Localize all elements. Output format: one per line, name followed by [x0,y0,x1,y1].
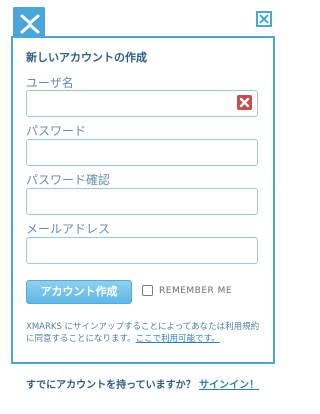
xmarks-signup-dialog: 新しいアカウントの作成 ユーザ名 パスワード パスワード確認 メールアドレス ア… [0,0,286,414]
password-confirm-label: パスワード確認 [26,173,111,187]
remember-me-checkbox[interactable] [142,285,153,296]
create-account-button[interactable]: アカウント作成 [26,280,132,304]
xmarks-logo-icon [13,7,45,37]
signup-panel: 新しいアカウントの作成 ユーザ名 パスワード パスワード確認 メールアドレス ア… [11,36,275,364]
signin-prompt-text: すでにアカウントを持っていますか？ [26,380,200,391]
terms-notice: XMARKS にサインアップすることによってあなたは利用規約に同意することになり… [26,321,262,345]
email-field[interactable] [26,237,258,264]
username-label: ユーザ名 [26,76,74,90]
email-label: メールアドレス [26,222,111,236]
password-field[interactable] [26,139,258,166]
password-confirm-field[interactable] [26,188,258,215]
password-label: パスワード [26,124,87,138]
panel-title: 新しいアカウントの作成 [26,51,147,64]
close-icon [259,14,269,24]
username-field[interactable] [26,90,258,117]
terms-link[interactable]: ここで利用可能です。 [136,334,220,344]
signin-link[interactable]: サインイン！ [199,380,259,391]
close-button[interactable] [256,11,272,27]
signin-prompt: すでにアカウントを持っていますか？ サインイン！ [26,378,276,394]
error-icon [237,95,252,110]
remember-me-label: REMEMBER ME [159,286,233,296]
